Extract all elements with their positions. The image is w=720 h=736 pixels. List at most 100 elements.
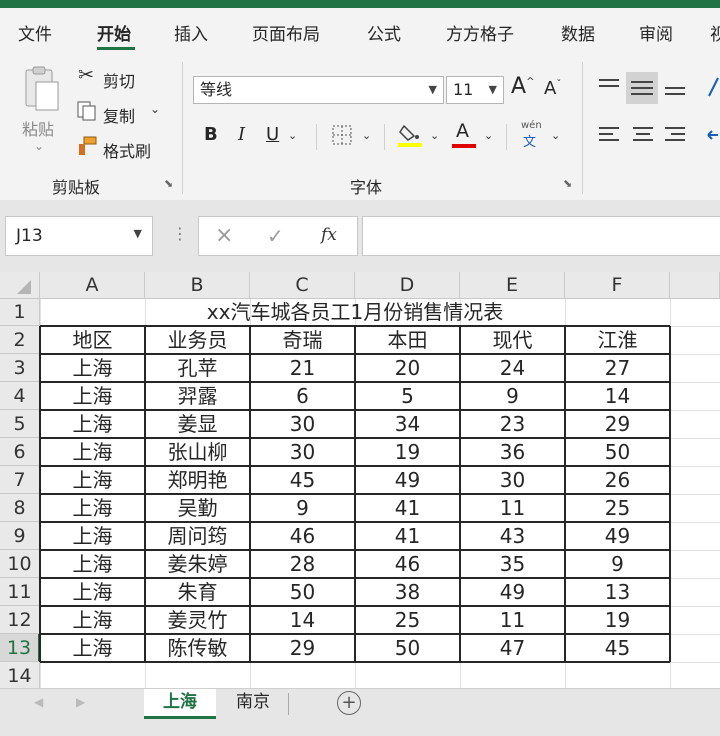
column-header-d[interactable]: D [355, 272, 460, 299]
table-cell[interactable]: 孔苹 [145, 354, 250, 382]
table-cell[interactable]: 45 [250, 466, 355, 494]
row-header-12[interactable]: 12 [0, 606, 40, 634]
table-cell[interactable]: 46 [250, 522, 355, 550]
table-cell[interactable]: 9 [250, 494, 355, 522]
header-cell[interactable]: 江淮 [565, 326, 670, 354]
tab-view[interactable]: 视 [710, 20, 720, 45]
table-cell[interactable]: 上海 [40, 494, 145, 522]
column-header-a[interactable]: A [40, 272, 145, 299]
table-title[interactable]: xx汽车城各员工1月份销售情况表 [40, 299, 670, 326]
paste-dropdown-icon[interactable]: ⌄ [34, 140, 44, 152]
table-cell[interactable]: 49 [355, 466, 460, 494]
row-header-2[interactable]: 2 [0, 326, 40, 354]
font-name-select[interactable]: 等线 ▼ [193, 76, 444, 104]
table-cell[interactable]: 21 [250, 354, 355, 382]
font-size-select[interactable]: 11 ▼ [446, 76, 504, 104]
underline-button[interactable]: U [266, 124, 279, 145]
table-cell[interactable]: 上海 [40, 466, 145, 494]
table-cell[interactable]: 28 [250, 550, 355, 578]
row-header-14[interactable]: 14 [0, 662, 40, 688]
borders-icon[interactable] [331, 124, 353, 146]
copy-button[interactable]: 复制 [103, 103, 135, 127]
table-cell[interactable]: 20 [355, 354, 460, 382]
grow-font-button[interactable]: A^ [511, 74, 534, 99]
row-header-3[interactable]: 3 [0, 354, 40, 382]
table-cell[interactable]: 张山柳 [145, 438, 250, 466]
italic-button[interactable]: I [238, 124, 245, 145]
table-cell[interactable]: 上海 [40, 382, 145, 410]
fill-color-dropdown-icon[interactable]: ⌄ [430, 130, 439, 141]
table-cell[interactable]: 周问筠 [145, 522, 250, 550]
row-header-4[interactable]: 4 [0, 382, 40, 410]
scroll-right-icon[interactable]: ▶ [76, 695, 85, 709]
column-header-blank[interactable] [670, 272, 720, 299]
table-cell[interactable]: 6 [250, 382, 355, 410]
table-cell[interactable]: 上海 [40, 522, 145, 550]
row-header-7[interactable]: 7 [0, 466, 40, 494]
align-middle-button[interactable] [626, 72, 658, 104]
table-cell[interactable]: 11 [460, 494, 565, 522]
fill-color-icon[interactable] [398, 122, 422, 148]
table-cell[interactable]: 19 [565, 606, 670, 634]
column-header-e[interactable]: E [460, 272, 565, 299]
row-header-9[interactable]: 9 [0, 522, 40, 550]
decrease-indent-icon[interactable] [706, 122, 720, 148]
table-cell[interactable]: 上海 [40, 634, 145, 662]
row-header-5[interactable]: 5 [0, 410, 40, 438]
table-cell[interactable]: 35 [460, 550, 565, 578]
table-cell[interactable]: 29 [565, 410, 670, 438]
tab-fangfangezi[interactable]: 方方格子 [446, 20, 514, 45]
table-cell[interactable]: 30 [250, 410, 355, 438]
phonetic-dropdown-icon[interactable]: ⌄ [551, 130, 560, 141]
table-cell[interactable]: 姜显 [145, 410, 250, 438]
add-sheet-button[interactable]: + [337, 691, 361, 715]
table-cell[interactable]: 36 [460, 438, 565, 466]
table-cell[interactable]: 41 [355, 494, 460, 522]
header-cell[interactable]: 奇瑞 [250, 326, 355, 354]
tab-insert[interactable]: 插入 [174, 20, 208, 45]
table-cell[interactable]: 14 [250, 606, 355, 634]
row-header-10[interactable]: 10 [0, 550, 40, 578]
table-cell[interactable]: 29 [250, 634, 355, 662]
align-center-icon[interactable] [630, 122, 656, 148]
table-cell[interactable]: 羿露 [145, 382, 250, 410]
table-cell[interactable]: 14 [565, 382, 670, 410]
header-cell[interactable]: 业务员 [145, 326, 250, 354]
table-cell[interactable]: 上海 [40, 354, 145, 382]
format-painter-button[interactable]: 格式刷 [103, 138, 151, 162]
select-all-corner[interactable] [0, 272, 40, 299]
row-header-6[interactable]: 6 [0, 438, 40, 466]
table-cell[interactable]: 9 [460, 382, 565, 410]
clipboard-launcher-icon[interactable]: ⬊ [164, 178, 173, 189]
underline-dropdown-icon[interactable]: ⌄ [288, 130, 297, 141]
table-cell[interactable]: 50 [565, 438, 670, 466]
phonetic-guide-button[interactable]: wén 文 [518, 120, 544, 150]
table-cell[interactable]: 27 [565, 354, 670, 382]
header-cell[interactable]: 本田 [355, 326, 460, 354]
orientation-icon[interactable] [706, 74, 720, 100]
column-header-f[interactable]: F [565, 272, 670, 299]
header-cell[interactable]: 现代 [460, 326, 565, 354]
table-cell[interactable]: 19 [355, 438, 460, 466]
align-right-icon[interactable] [662, 122, 688, 148]
table-cell[interactable]: 50 [355, 634, 460, 662]
table-cell[interactable]: 23 [460, 410, 565, 438]
tab-home[interactable]: 开始 [97, 20, 131, 45]
table-cell[interactable]: 25 [565, 494, 670, 522]
table-cell[interactable]: 30 [250, 438, 355, 466]
table-cell[interactable]: 24 [460, 354, 565, 382]
cut-button[interactable]: 剪切 [103, 68, 135, 92]
table-cell[interactable]: 25 [355, 606, 460, 634]
table-cell[interactable]: 50 [250, 578, 355, 606]
paste-button[interactable] [20, 66, 62, 122]
row-header-13[interactable]: 13 [0, 634, 40, 662]
header-cell[interactable]: 地区 [40, 326, 145, 354]
borders-dropdown-icon[interactable]: ⌄ [362, 130, 371, 141]
scroll-left-icon[interactable]: ◀ [34, 695, 43, 709]
bold-button[interactable]: B [204, 124, 218, 145]
row-header-11[interactable]: 11 [0, 578, 40, 606]
table-cell[interactable]: 朱育 [145, 578, 250, 606]
table-cell[interactable]: 45 [565, 634, 670, 662]
column-header-b[interactable]: B [145, 272, 250, 299]
table-cell[interactable]: 41 [355, 522, 460, 550]
